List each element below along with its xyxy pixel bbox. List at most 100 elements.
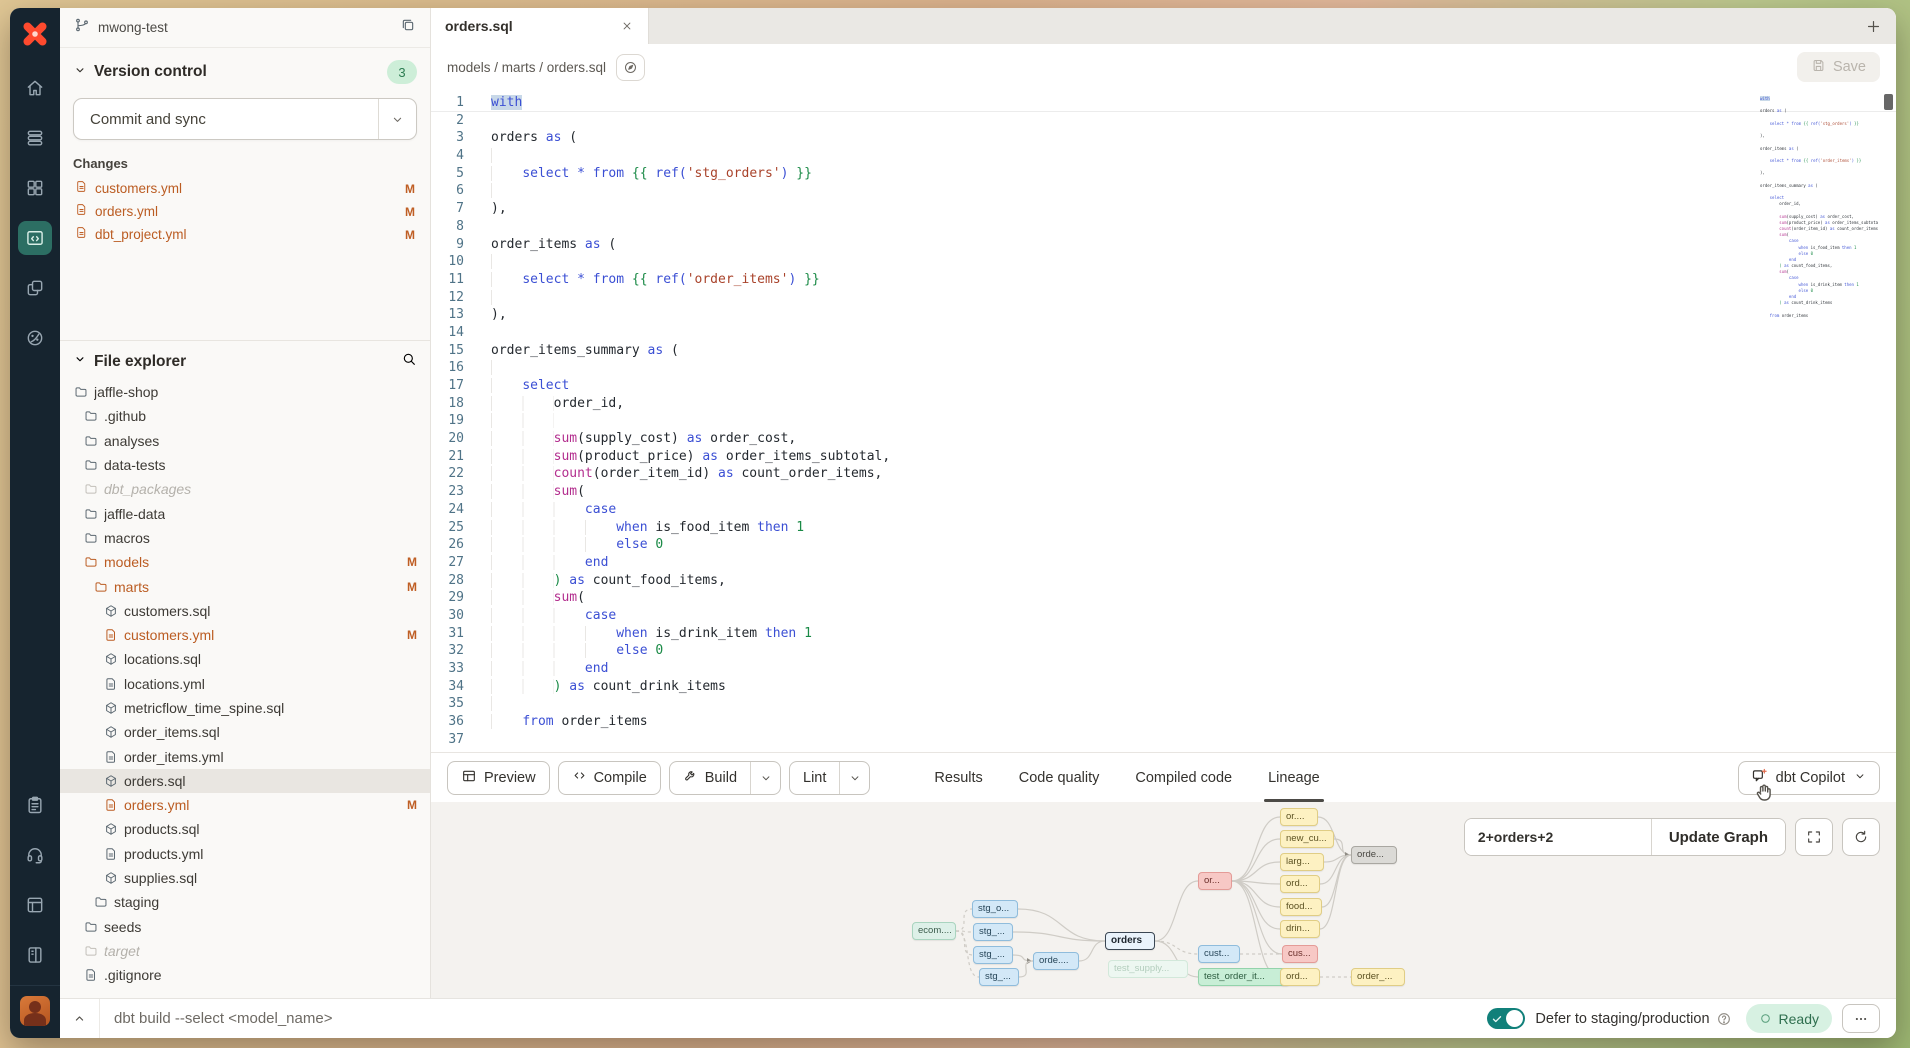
expand-command-bar-button[interactable] bbox=[60, 999, 100, 1038]
lineage-node-toi[interactable]: test_order_it... bbox=[1198, 968, 1290, 986]
tree-item-staging[interactable]: staging bbox=[60, 890, 430, 914]
code-line-11[interactable]: 11 select * from {{ ref('order_items') }… bbox=[431, 271, 1896, 289]
changed-file-orders.yml[interactable]: orders.ymlM bbox=[73, 200, 417, 223]
defer-toggle[interactable] bbox=[1487, 1008, 1525, 1029]
code-line-4[interactable]: 4 bbox=[431, 147, 1896, 165]
minimap[interactable]: withorders as ( select * from {{ ref('st… bbox=[1760, 96, 1878, 325]
notebook-icon[interactable] bbox=[13, 933, 57, 977]
version-control-header[interactable]: Version control 3 bbox=[73, 60, 417, 84]
tree-item-dbt_packages[interactable]: dbt_packages bbox=[60, 477, 430, 501]
code-line-6[interactable]: 6 bbox=[431, 182, 1896, 200]
lineage-node-ordy2[interactable]: order_... bbox=[1351, 968, 1405, 986]
new-tab-button[interactable] bbox=[1865, 18, 1882, 35]
tree-item-supplies.sql[interactable]: supplies.sql bbox=[60, 866, 430, 890]
code-line-5[interactable]: 5 select * from {{ ref('stg_orders') }} bbox=[431, 165, 1896, 183]
code-line-7[interactable]: 7), bbox=[431, 200, 1896, 218]
lineage-node-y3[interactable]: larg... bbox=[1280, 853, 1324, 871]
tree-item-customers.yml[interactable]: customers.ymlM bbox=[60, 623, 430, 647]
search-icon[interactable] bbox=[401, 351, 417, 372]
tree-item-.gitignore[interactable]: .gitignore bbox=[60, 963, 430, 987]
tree-item-seeds[interactable]: seeds bbox=[60, 915, 430, 939]
apps-grid-icon[interactable] bbox=[13, 166, 57, 210]
lineage-node-ghost[interactable]: test_supply... bbox=[1108, 960, 1188, 978]
docs-icon[interactable] bbox=[13, 883, 57, 927]
tab-results[interactable]: Results bbox=[934, 753, 982, 802]
fullscreen-button[interactable] bbox=[1795, 818, 1833, 856]
build-button[interactable]: Build bbox=[669, 761, 781, 795]
lineage-node-orders[interactable]: orders bbox=[1105, 932, 1155, 950]
code-line-20[interactable]: 20 sum(supply_cost) as order_cost, bbox=[431, 430, 1896, 448]
copy-icon[interactable] bbox=[400, 17, 416, 38]
lineage-node-stg3[interactable]: stg_... bbox=[973, 946, 1013, 964]
home-icon[interactable] bbox=[13, 66, 57, 110]
tree-item-target[interactable]: target bbox=[60, 939, 430, 963]
orbit-icon[interactable] bbox=[13, 316, 57, 360]
lineage-node-stg2[interactable]: stg_... bbox=[973, 923, 1013, 941]
lineage-node-ecom[interactable]: ecom.... bbox=[912, 922, 956, 940]
tree-item-order_items.yml[interactable]: order_items.yml bbox=[60, 744, 430, 768]
tab-orders-sql[interactable]: orders.sql bbox=[431, 8, 649, 44]
save-button[interactable]: Save bbox=[1797, 52, 1880, 82]
tab-close-icon[interactable] bbox=[620, 19, 634, 33]
code-line-18[interactable]: 18 order_id, bbox=[431, 395, 1896, 413]
code-line-27[interactable]: 27 end bbox=[431, 554, 1896, 572]
code-line-25[interactable]: 25 when is_food_item then 1 bbox=[431, 519, 1896, 537]
code-line-23[interactable]: 23 sum( bbox=[431, 483, 1896, 501]
user-avatar[interactable] bbox=[10, 985, 60, 1038]
code-line-14[interactable]: 14 bbox=[431, 324, 1896, 342]
code-line-35[interactable]: 35 bbox=[431, 695, 1896, 713]
code-line-32[interactable]: 32 else 0 bbox=[431, 642, 1896, 660]
help-icon[interactable] bbox=[1716, 1011, 1732, 1027]
lineage-node-cust[interactable]: cust... bbox=[1198, 945, 1240, 963]
clipboard-icon[interactable] bbox=[13, 783, 57, 827]
support-headset-icon[interactable] bbox=[13, 833, 57, 877]
code-line-24[interactable]: 24 case bbox=[431, 501, 1896, 519]
lineage-node-y5[interactable]: food... bbox=[1280, 898, 1322, 916]
code-line-8[interactable]: 8 bbox=[431, 218, 1896, 236]
lineage-node-og[interactable]: orde... bbox=[1351, 846, 1397, 864]
lint-button[interactable]: Lint bbox=[789, 761, 870, 795]
code-line-33[interactable]: 33 end bbox=[431, 660, 1896, 678]
lineage-node-y4[interactable]: ord... bbox=[1280, 875, 1320, 893]
tree-item-macros[interactable]: macros bbox=[60, 526, 430, 550]
tree-item-marts[interactable]: martsM bbox=[60, 574, 430, 598]
open-in-lineage-button[interactable] bbox=[616, 54, 645, 81]
tab-lineage[interactable]: Lineage bbox=[1268, 753, 1320, 802]
compile-button[interactable]: Compile bbox=[558, 761, 661, 795]
tree-item-customers.sql[interactable]: customers.sql bbox=[60, 599, 430, 623]
code-line-36[interactable]: 36 from order_items bbox=[431, 713, 1896, 731]
tree-item-.github[interactable]: .github bbox=[60, 404, 430, 428]
lineage-node-stg1[interactable]: stg_o... bbox=[972, 900, 1018, 918]
code-line-21[interactable]: 21 sum(product_price) as order_items_sub… bbox=[431, 448, 1896, 466]
projects-icon[interactable] bbox=[13, 266, 57, 310]
code-line-15[interactable]: 15order_items_summary as ( bbox=[431, 342, 1896, 360]
build-options-caret[interactable] bbox=[750, 762, 780, 794]
changed-file-dbt_project.yml[interactable]: dbt_project.ymlM bbox=[73, 223, 417, 246]
lint-options-caret[interactable] bbox=[839, 762, 869, 794]
tree-item-orders.yml[interactable]: orders.ymlM bbox=[60, 793, 430, 817]
commit-and-sync-button[interactable]: Commit and sync bbox=[73, 98, 417, 140]
commit-options-caret[interactable] bbox=[378, 99, 416, 139]
code-line-34[interactable]: 34 ) as count_drink_items bbox=[431, 678, 1896, 696]
lineage-node-oi[interactable]: orde.... bbox=[1033, 952, 1079, 970]
tree-item-locations.sql[interactable]: locations.sql bbox=[60, 647, 430, 671]
lineage-node-om[interactable]: or... bbox=[1198, 872, 1232, 890]
editor-scrollbar[interactable] bbox=[1884, 94, 1893, 110]
lineage-node-y1[interactable]: or.... bbox=[1280, 808, 1318, 826]
code-line-16[interactable]: 16 bbox=[431, 359, 1896, 377]
code-line-1[interactable]: 1with bbox=[431, 94, 1896, 112]
code-line-30[interactable]: 30 case bbox=[431, 607, 1896, 625]
file-explorer-header[interactable]: File explorer bbox=[60, 351, 430, 380]
tree-item-analyses[interactable]: analyses bbox=[60, 429, 430, 453]
tree-item-products.sql[interactable]: products.sql bbox=[60, 817, 430, 841]
lineage-panel[interactable]: ecom....stg_o...stg_...stg_...stg_...ord… bbox=[431, 802, 1896, 998]
code-line-31[interactable]: 31 when is_drink_item then 1 bbox=[431, 625, 1896, 643]
tab-code-quality[interactable]: Code quality bbox=[1019, 753, 1100, 802]
code-line-22[interactable]: 22 count(order_item_id) as count_order_i… bbox=[431, 465, 1896, 483]
lineage-filter-input[interactable] bbox=[1465, 819, 1651, 855]
tree-item-models[interactable]: modelsM bbox=[60, 550, 430, 574]
lineage-node-cusp[interactable]: cus... bbox=[1282, 945, 1318, 963]
command-input[interactable]: dbt build --select <model_name> bbox=[114, 1010, 332, 1027]
update-graph-button[interactable]: Update Graph bbox=[1651, 819, 1785, 855]
code-line-37[interactable]: 37 bbox=[431, 731, 1896, 749]
